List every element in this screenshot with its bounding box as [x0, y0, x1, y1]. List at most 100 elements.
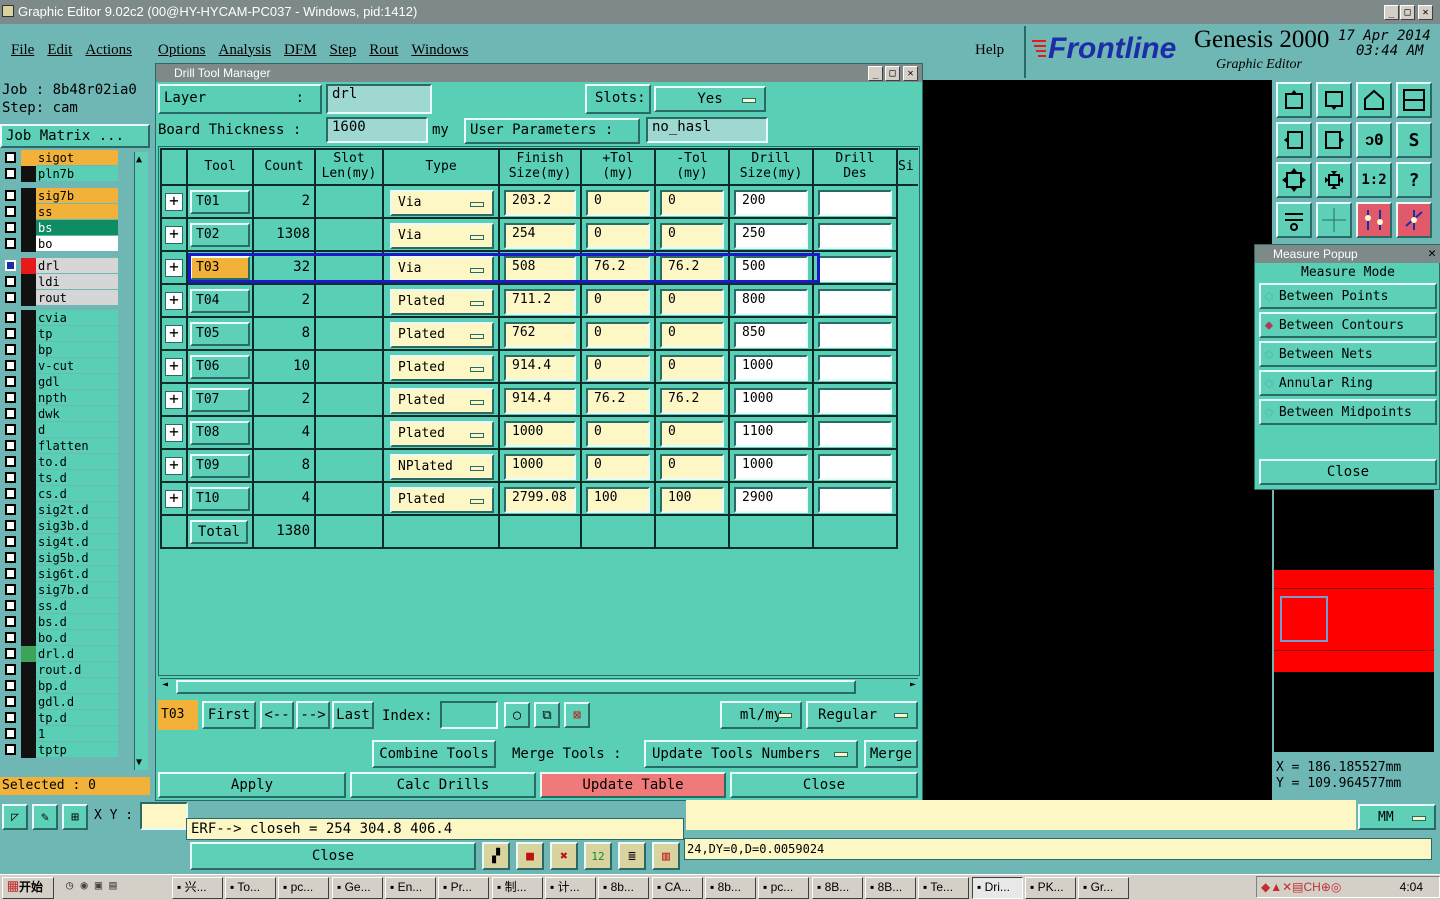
layer-color-swatch[interactable]: [21, 310, 36, 326]
menu-options[interactable]: Options: [158, 42, 206, 59]
layer-checkbox[interactable]: [5, 488, 16, 499]
scroll-right-icon[interactable]: ►: [910, 679, 916, 690]
layer-color-swatch[interactable]: [21, 422, 36, 438]
plus-tol-field[interactable]: 0: [586, 355, 650, 381]
tool-button[interactable]: T01: [190, 190, 250, 214]
expand-icon[interactable]: +: [165, 226, 183, 244]
layer-color-swatch[interactable]: [21, 598, 36, 614]
layer-list-scrollbar[interactable]: ▲ ▼: [134, 152, 148, 770]
layer-color-swatch[interactable]: [21, 326, 36, 342]
user-params-field[interactable]: no_hasl: [646, 117, 768, 143]
settings-icon[interactable]: [1276, 202, 1312, 238]
plus-tol-field[interactable]: 76.2: [586, 256, 650, 282]
layer-row[interactable]: bs.d: [0, 614, 134, 630]
type-select[interactable]: Via: [390, 223, 494, 249]
layer-row[interactable]: bo: [0, 236, 134, 252]
expand-icon[interactable]: +: [165, 490, 183, 508]
type-select[interactable]: Plated: [390, 322, 494, 348]
layer-color-swatch[interactable]: [21, 502, 36, 518]
layer-row[interactable]: cs.d: [0, 486, 134, 502]
table-row[interactable]: + T04 2 Plated 711.2 0 0 800: [160, 285, 918, 318]
layer-color-swatch[interactable]: [21, 438, 36, 454]
move-right-icon[interactable]: [1316, 122, 1352, 158]
layer-checkbox[interactable]: [5, 600, 16, 611]
taskbar-item[interactable]: ▪ Dri...: [972, 877, 1023, 899]
layer-color-swatch[interactable]: [21, 518, 36, 534]
type-select[interactable]: Via: [390, 256, 494, 282]
layer-checkbox[interactable]: [5, 472, 16, 483]
layer-row[interactable]: ldi: [0, 274, 134, 290]
dialog-close-icon[interactable]: ✕: [903, 66, 918, 81]
measure-close-icon[interactable]: ✕: [1428, 246, 1436, 261]
layer-row[interactable]: v-cut: [0, 358, 134, 374]
tool-button[interactable]: T02: [190, 223, 250, 247]
tool-button[interactable]: T08: [190, 421, 250, 445]
tool-button[interactable]: T10: [190, 487, 250, 511]
layer-checkbox[interactable]: [5, 728, 16, 739]
layer-color-swatch[interactable]: [21, 406, 36, 422]
move-up-icon[interactable]: [1276, 82, 1312, 118]
layer-name[interactable]: ts.d: [36, 470, 118, 486]
xy-input[interactable]: [140, 802, 188, 830]
scroll-down-icon[interactable]: ▼: [136, 757, 142, 768]
layer-color-swatch[interactable]: [21, 204, 36, 220]
tool-button[interactable]: T06: [190, 355, 250, 379]
table-row[interactable]: + T01 2 Via 203.2 0 0 200: [160, 186, 918, 219]
layer-row[interactable]: ss: [0, 204, 134, 220]
console-number-icon[interactable]: 12: [584, 842, 612, 870]
plus-tol-field[interactable]: 0: [586, 322, 650, 348]
menu-rout[interactable]: Rout: [369, 42, 398, 59]
layer-name[interactable]: dwk: [36, 406, 118, 422]
layer-checkbox[interactable]: [5, 168, 16, 179]
calc-drills-button[interactable]: Calc Drills: [350, 772, 536, 798]
layer-row[interactable]: rout: [0, 290, 134, 306]
combine-tools-button[interactable]: Combine Tools: [372, 740, 496, 768]
taskbar-item[interactable]: ▪ pc...: [278, 877, 329, 899]
type-select[interactable]: Plated: [390, 487, 494, 513]
layer-color-swatch[interactable]: [21, 694, 36, 710]
drill-des-field[interactable]: [818, 487, 892, 513]
move-left-icon[interactable]: [1276, 122, 1312, 158]
layer-color-swatch[interactable]: [21, 630, 36, 646]
finish-size-field[interactable]: 508: [504, 256, 576, 282]
net-icon[interactable]: [1396, 202, 1432, 238]
layer-checkbox[interactable]: [5, 312, 16, 323]
minus-tol-field[interactable]: 0: [660, 223, 724, 249]
type-select[interactable]: Plated: [390, 355, 494, 381]
help-icon[interactable]: ?: [1396, 162, 1432, 198]
plus-tol-field[interactable]: 0: [586, 421, 650, 447]
dialog-close-button[interactable]: Close: [730, 772, 918, 798]
console-chart-icon[interactable]: ▥: [652, 842, 680, 870]
layer-checkbox[interactable]: [5, 238, 16, 249]
layer-row[interactable]: tp: [0, 326, 134, 342]
layer-name[interactable]: bo: [36, 236, 118, 252]
layer-checkbox[interactable]: [5, 344, 16, 355]
table-row[interactable]: + T05 8 Plated 762 0 0 850: [160, 318, 918, 351]
taskbar-item[interactable]: ▪ 8B...: [865, 877, 916, 899]
graphic-canvas-right[interactable]: [1274, 490, 1434, 752]
tool-button[interactable]: T04: [190, 289, 250, 313]
quick-launch[interactable]: ◷ ◉ ▣ ▤: [66, 878, 166, 896]
minus-tol-field[interactable]: 76.2: [660, 256, 724, 282]
start-button[interactable]: ▦开始: [2, 877, 54, 899]
table-row[interactable]: + T06 10 Plated 914.4 0 0 1000: [160, 351, 918, 384]
type-select[interactable]: NPlated: [390, 454, 494, 480]
layer-checkbox[interactable]: [5, 260, 16, 271]
finish-size-field[interactable]: 1000: [504, 454, 576, 480]
units-select[interactable]: ml/my: [720, 701, 802, 729]
layer-name[interactable]: 1: [36, 726, 118, 742]
grid-icon[interactable]: [1316, 202, 1352, 238]
expand-icon[interactable]: +: [165, 391, 183, 409]
maximize-button[interactable]: □: [1400, 5, 1415, 20]
taskbar-item[interactable]: ▪ 8b...: [598, 877, 649, 899]
layer-checkbox[interactable]: [5, 360, 16, 371]
layer-toggle-icon[interactable]: [1356, 202, 1392, 238]
snap-icon[interactable]: ◸: [2, 804, 28, 830]
layer-checkbox[interactable]: [5, 222, 16, 233]
layer-color-swatch[interactable]: [21, 236, 36, 252]
taskbar-item[interactable]: ▪ En...: [385, 877, 436, 899]
minus-tol-field[interactable]: 0: [660, 421, 724, 447]
update-table-button[interactable]: Update Table: [540, 772, 726, 798]
taskbar-item[interactable]: ▪ 8b...: [705, 877, 756, 899]
layer-row[interactable]: bp: [0, 342, 134, 358]
